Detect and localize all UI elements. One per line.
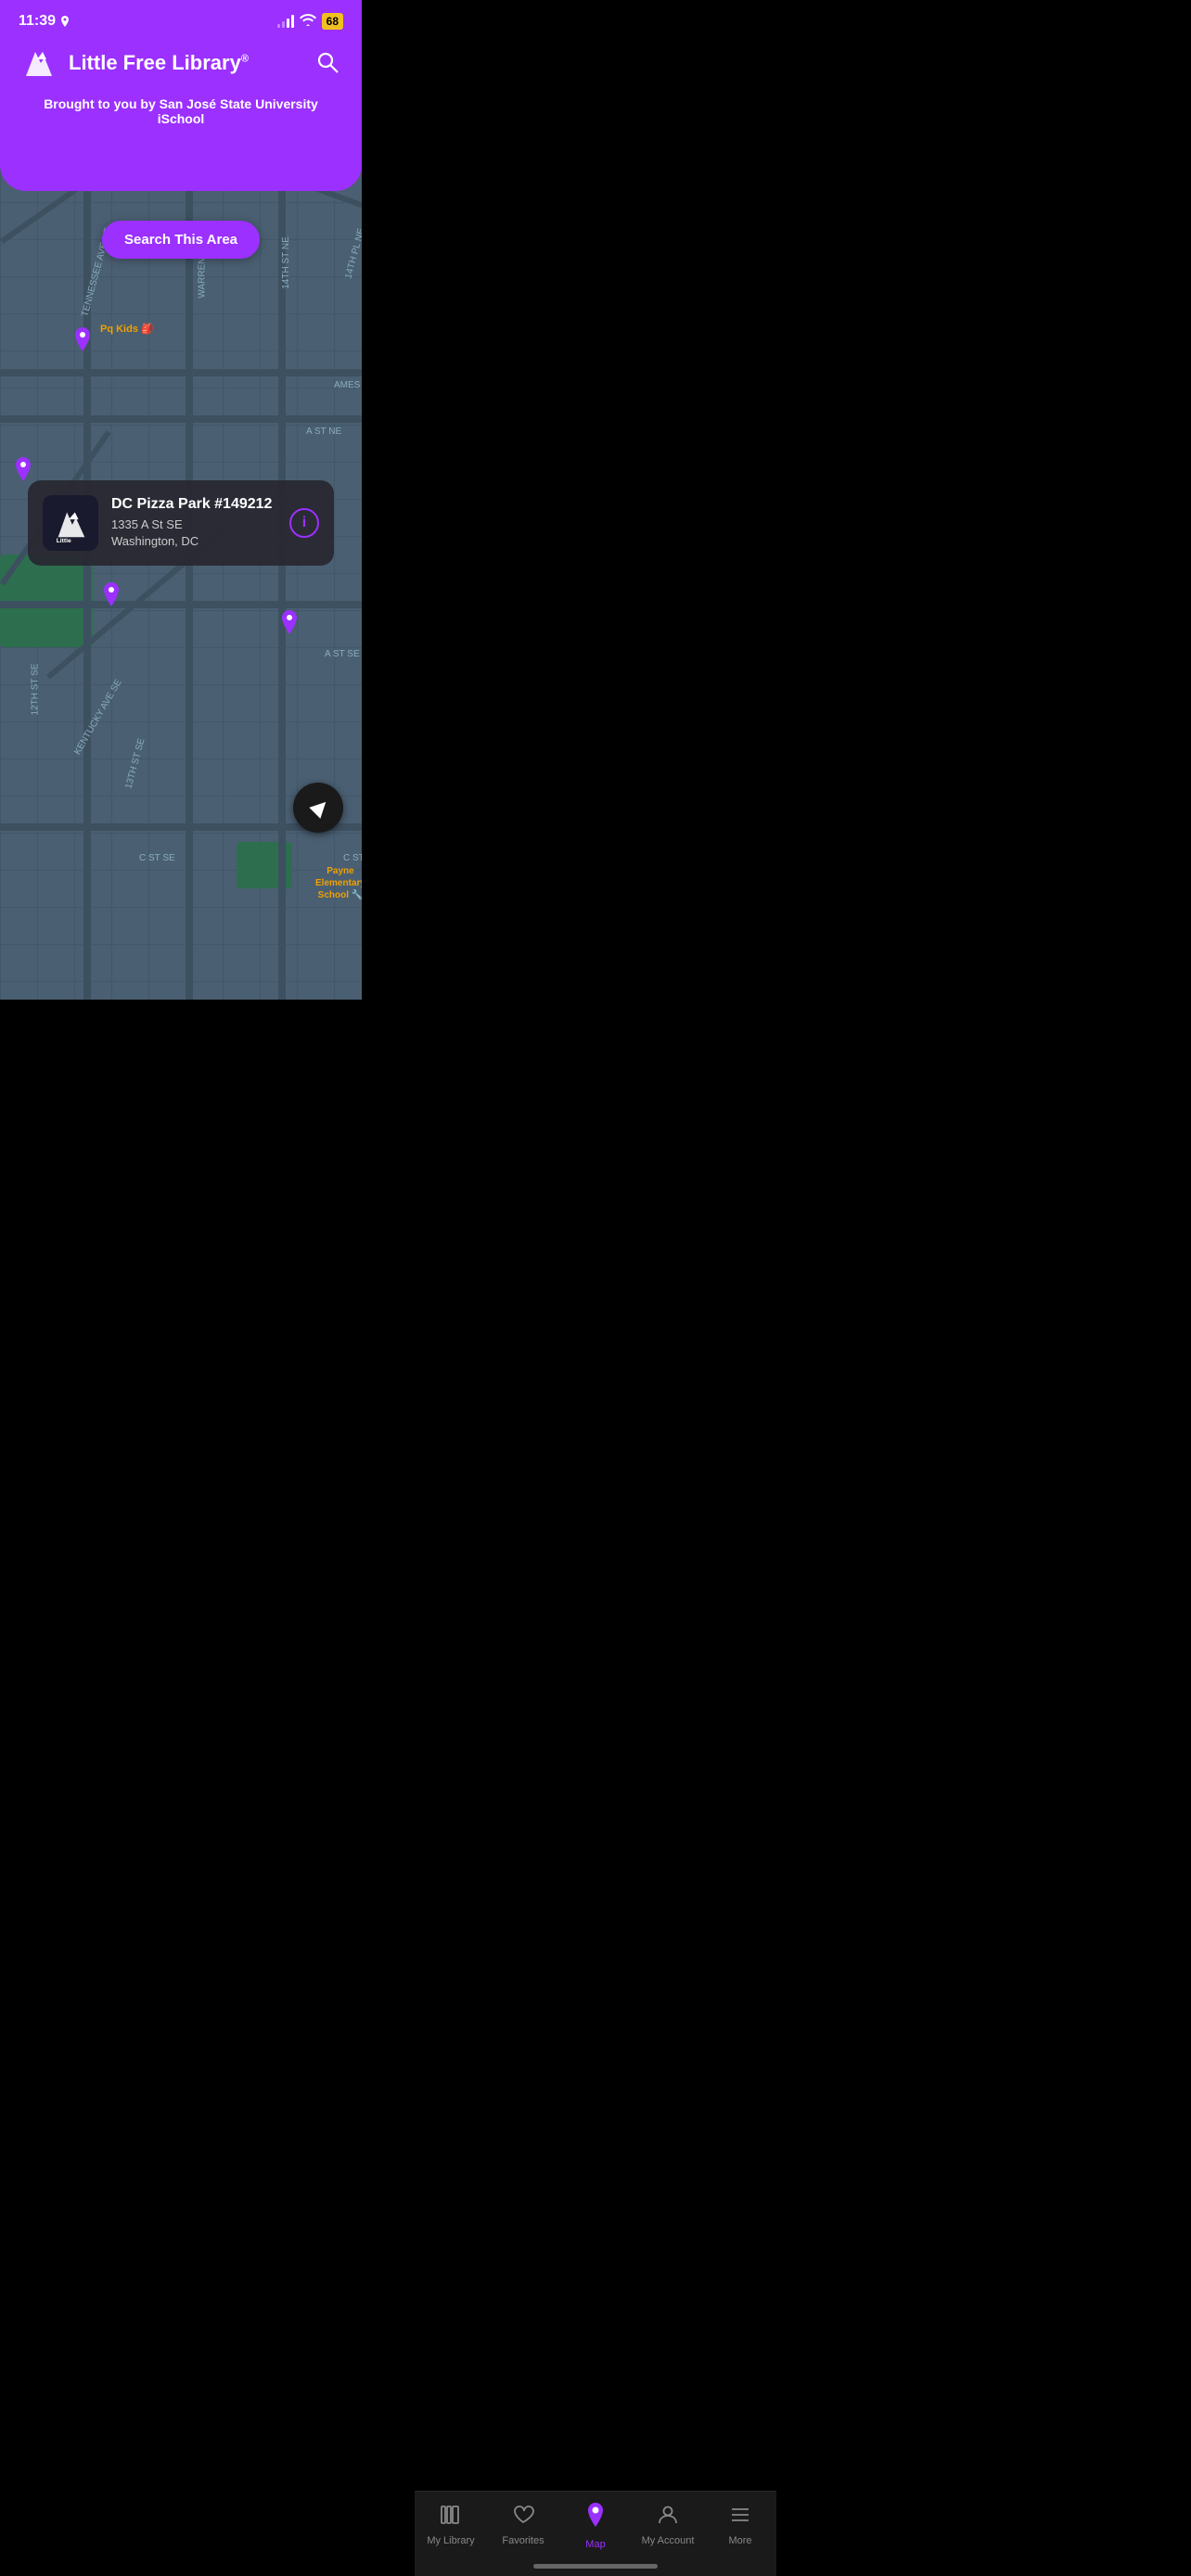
wifi-svg <box>300 14 316 27</box>
more-icon <box>728 2503 752 2531</box>
logo-name-text: Little Free Library <box>69 51 241 74</box>
tab-favorites[interactable]: Favorites <box>487 2503 559 2546</box>
map-pin-1[interactable] <box>71 327 94 355</box>
location-card-name: DC Pizza Park #149212 <box>111 496 276 513</box>
signal-bar-1 <box>277 24 280 28</box>
menu-svg <box>728 2503 752 2527</box>
tab-my-library[interactable]: My Library <box>415 2503 487 2546</box>
status-bar: 11:39 68 <box>0 0 362 35</box>
location-info-button[interactable]: i <box>289 508 319 538</box>
road-label-ames: AMES PL NE <box>334 380 362 390</box>
poi-payne: Payne ElementarySchool 🔧 <box>315 865 362 901</box>
search-icon <box>315 50 339 74</box>
location-address-city: Washington, DC <box>111 534 198 548</box>
heart-svg <box>511 2503 535 2527</box>
tab-more-label: More <box>728 2535 751 2546</box>
battery-level: 68 <box>327 15 339 28</box>
street-v2 <box>186 165 193 1000</box>
header-top: Little Free Library® <box>19 43 343 83</box>
tab-my-library-label: My Library <box>427 2535 474 2546</box>
logo-text: Little Free Library® <box>69 51 249 75</box>
tab-more[interactable]: More <box>704 2503 776 2546</box>
search-area-button[interactable]: Search This Area <box>102 221 260 259</box>
map-pin-3[interactable] <box>100 582 122 610</box>
home-indicator <box>533 2564 658 2569</box>
header-subtitle: Brought to you by San José State Univers… <box>19 96 343 126</box>
road-label-cst-se-e: C ST SE <box>343 853 362 863</box>
location-card-address: 1335 A St SE Washington, DC <box>111 516 276 550</box>
road-label-14th: 14TH ST NE <box>281 236 291 289</box>
tab-map-label: Map <box>585 2539 605 2550</box>
app-logo-icon <box>19 43 59 83</box>
tab-my-account-label: My Account <box>642 2535 695 2546</box>
location-card-logo: Little Free Library. <box>43 495 98 551</box>
lfl-logo-small: Little Free Library. <box>51 504 90 542</box>
header-search-button[interactable] <box>312 46 343 81</box>
tab-favorites-label: Favorites <box>502 2535 544 2546</box>
library-icon <box>439 2503 463 2531</box>
street-h3 <box>0 601 362 608</box>
map-container[interactable]: TENNESSEE AVE NE WARREN ST NE 14TH ST NE… <box>0 165 362 1000</box>
person-svg <box>656 2503 680 2527</box>
search-area-label: Search This Area <box>124 232 237 248</box>
tab-my-account[interactable]: My Account <box>632 2503 704 2546</box>
logo-container: Little Free Library® <box>19 43 249 83</box>
account-icon <box>656 2503 680 2531</box>
street-v3 <box>278 165 286 1000</box>
status-time: 11:39 <box>19 13 70 30</box>
wifi-icon <box>300 14 316 30</box>
map-pin-4[interactable] <box>278 610 301 638</box>
road-label-cst-se-w: C ST SE <box>139 853 175 863</box>
poi-pq-kids: Pq Kids 🎒 <box>100 323 154 336</box>
signal-bar-2 <box>282 21 285 28</box>
status-icons: 68 <box>277 13 343 30</box>
tab-map[interactable]: Map <box>559 2503 632 2550</box>
logo-registered: ® <box>241 54 249 65</box>
street-h1 <box>0 369 362 376</box>
road-label-ast-se: A ST SE <box>325 649 360 659</box>
navigation-arrow-icon: ▶ <box>305 793 333 821</box>
library-svg <box>439 2503 463 2527</box>
signal-bars <box>277 15 294 28</box>
map-pin-svg <box>583 2503 608 2531</box>
location-icon <box>59 16 70 27</box>
svg-text:Little: Little <box>57 538 71 542</box>
road-label-12th: 12TH ST SE <box>30 664 40 716</box>
battery-indicator: 68 <box>322 13 343 30</box>
signal-bar-4 <box>291 15 294 28</box>
app-header: Little Free Library® Brought to you by S… <box>0 35 362 191</box>
map-icon <box>583 2503 608 2535</box>
road-label-ast-ne: A ST NE <box>306 427 341 437</box>
map-pin-2[interactable] <box>12 457 34 485</box>
location-card[interactable]: Little Free Library. DC Pizza Park #1492… <box>28 480 334 566</box>
street-h2 <box>0 415 362 423</box>
signal-bar-3 <box>287 19 289 28</box>
location-address-line1: 1335 A St SE <box>111 517 183 531</box>
navigation-button[interactable]: ▶ <box>293 783 343 833</box>
favorites-icon <box>511 2503 535 2531</box>
time-display: 11:39 <box>19 13 56 30</box>
location-card-info: DC Pizza Park #149212 1335 A St SE Washi… <box>111 496 276 550</box>
